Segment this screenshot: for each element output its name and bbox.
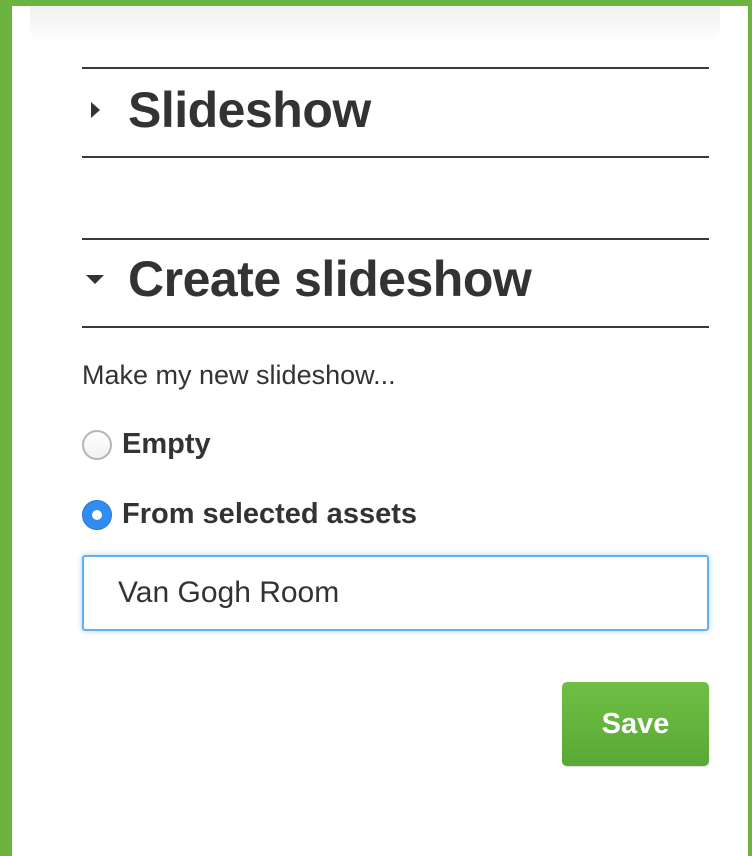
radio-label-from-selected-assets: From selected assets xyxy=(122,498,417,530)
radio-label-empty: Empty xyxy=(122,428,211,460)
section-divider xyxy=(82,156,709,158)
section-header-create-slideshow[interactable]: Create slideshow xyxy=(82,247,709,311)
radio-from-selected-assets[interactable] xyxy=(82,499,112,530)
save-button[interactable]: Save xyxy=(562,682,709,766)
section-divider xyxy=(82,326,709,328)
radio-option-empty[interactable]: Empty xyxy=(82,428,211,461)
slideshow-name-input[interactable] xyxy=(82,555,709,631)
radio-empty[interactable] xyxy=(82,429,112,460)
section-title-create-slideshow: Create slideshow xyxy=(128,251,532,307)
section-header-slideshow[interactable]: Slideshow xyxy=(82,78,709,142)
caret-right-icon xyxy=(91,102,100,118)
radio-selected-dot xyxy=(92,509,102,520)
section-title-slideshow: Slideshow xyxy=(128,82,371,138)
caret-down-icon xyxy=(86,274,104,284)
create-slideshow-prompt: Make my new slideshow... xyxy=(82,360,396,390)
section-divider xyxy=(82,67,709,69)
top-shadow xyxy=(30,6,720,46)
section-divider xyxy=(82,238,709,240)
radio-option-from-selected-assets[interactable]: From selected assets xyxy=(82,498,417,531)
